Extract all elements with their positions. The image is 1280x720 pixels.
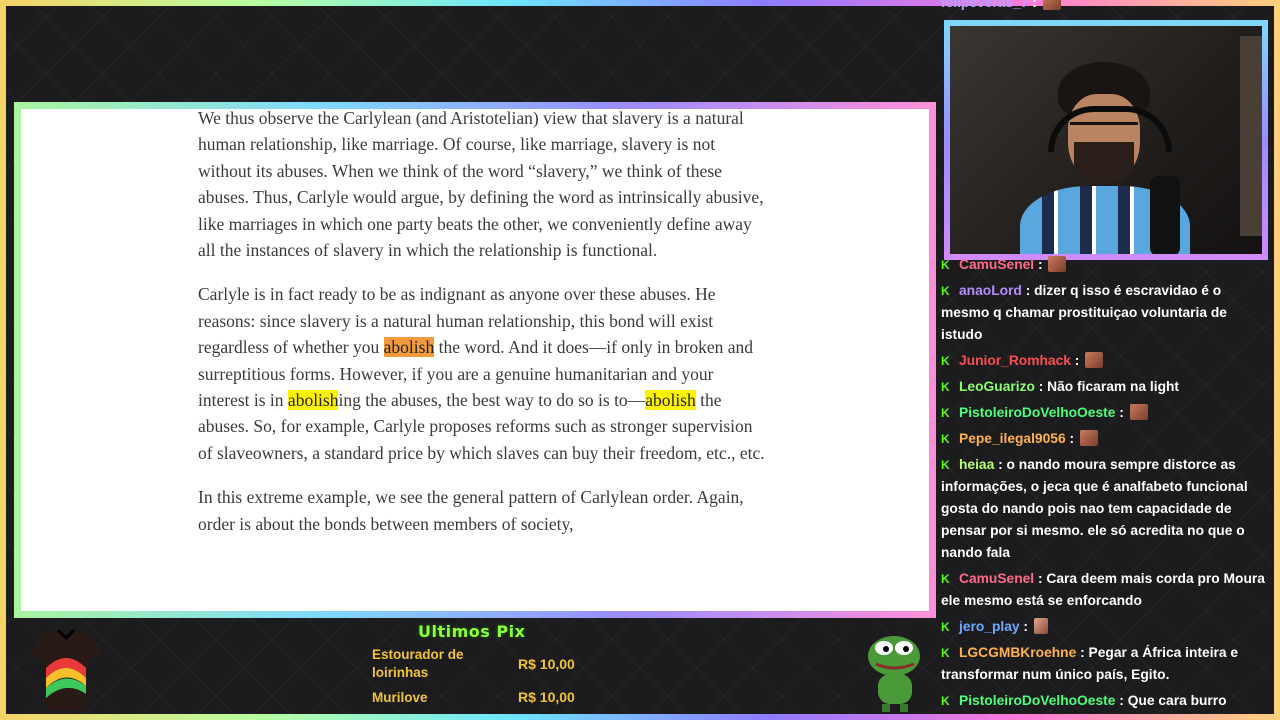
chat-separator: : — [1028, 0, 1041, 10]
chat-message-text: Não ficaram na light — [1047, 379, 1180, 394]
kick-badge-icon: K — [941, 572, 950, 586]
chat-emote-icon — [1129, 404, 1148, 420]
article-paragraph: Carlyle is in fact ready to be as indign… — [198, 281, 768, 466]
chat-separator: : — [994, 457, 1007, 472]
chat-emote-icon — [1079, 430, 1098, 446]
chat-separator: : — [1115, 693, 1128, 708]
chat-username[interactable]: CamuSenel — [959, 257, 1034, 272]
pepe-emote-icon — [868, 636, 920, 712]
chat-emote-icon — [1085, 352, 1104, 368]
chat-message: Kjero_play : — [941, 616, 1269, 638]
chat-separator: : — [1019, 619, 1032, 634]
paragraph-text: In this extreme example, we see the gene… — [198, 487, 744, 534]
pix-entry-name: Murilove — [372, 690, 428, 705]
chat-separator: : — [1115, 405, 1128, 420]
chat-message-text: o nando moura sempre distorce as informa… — [941, 457, 1248, 560]
search-highlight: abolish — [383, 337, 435, 358]
kick-badge-icon: K — [941, 354, 950, 368]
chat-username[interactable]: PistoleiroDoVelhoOeste — [959, 693, 1115, 708]
chat-username[interactable]: jero_play — [959, 619, 1020, 634]
chat-message: K PistoleiroDoVelhoOeste : Que cara burro — [941, 690, 1269, 712]
chat-message: felipeveras_7 : — [941, 0, 1269, 14]
chat-username[interactable]: Junior_Romhack — [959, 353, 1071, 368]
kick-badge-icon: K — [941, 620, 950, 634]
article-paragraph: In this extreme example, we see the gene… — [198, 484, 768, 537]
chat-message-text: Que cara burro — [1127, 693, 1227, 708]
search-highlight: abolish — [287, 390, 339, 411]
chat-message: K LGCGMBKroehne : Pegar a África inteira … — [941, 642, 1269, 686]
chat-separator: : — [1076, 645, 1089, 660]
pix-entry-value: R$ 10,00 — [518, 656, 575, 672]
chat-username[interactable]: LGCGMBKroehne — [959, 645, 1076, 660]
chat-emote-icon — [1042, 0, 1061, 10]
chat-message: K LeoGuarizo : Não ficaram na light — [941, 376, 1269, 398]
chat-separator: : — [1070, 353, 1084, 368]
chat-username[interactable]: LeoGuarizo — [959, 379, 1035, 394]
chat-panel[interactable]: felipeveras_7 : K CamuSenel : KanaoLord :… — [941, 0, 1271, 720]
kick-badge-icon: K — [941, 258, 950, 272]
chat-username[interactable]: PistoleiroDoVelhoOeste — [959, 405, 1115, 420]
pix-title: Ultimos Pix — [418, 622, 526, 641]
pix-entry-name: Estourador de loirinhas — [372, 647, 464, 680]
chat-username[interactable]: anaoLord — [959, 283, 1022, 298]
chat-username[interactable]: Pepe_ilegal9056 — [959, 431, 1066, 446]
chat-emote-icon — [1048, 256, 1067, 272]
shirt-logo-icon — [30, 628, 102, 710]
chat-message: K CamuSenel : Cara deem mais corda pro Mo… — [941, 568, 1269, 612]
chat-message: K PistoleiroDoVelhoOeste : — [941, 402, 1269, 424]
chat-separator: : — [1021, 283, 1035, 298]
pix-entry-value: R$ 10,00 — [518, 689, 575, 705]
chat-message: KanaoLord : dizer q isso é escravidao é … — [941, 280, 1269, 346]
kick-badge-icon: K — [941, 432, 950, 446]
search-highlight: abolish — [645, 390, 696, 411]
kick-badge-icon: K — [941, 646, 950, 660]
chat-username[interactable]: CamuSenel — [959, 571, 1034, 586]
paragraph-text: ing the abuses, the best way to do so is… — [338, 390, 646, 411]
chat-username[interactable]: heiaa — [959, 457, 994, 472]
paragraph-text: We thus observe the Carlylean (and Arist… — [198, 108, 764, 261]
document-panel: We thus observe the Carlylean (and Arist… — [14, 102, 936, 618]
kick-badge-icon: K — [941, 458, 950, 472]
kick-badge-icon: K — [941, 380, 950, 394]
chat-message: K CamuSenel : — [941, 254, 1269, 276]
chat-separator: : — [1034, 257, 1047, 272]
kick-badge-icon: K — [941, 406, 950, 420]
chat-message: Kheiaa : o nando moura sempre distorce a… — [941, 454, 1269, 564]
chat-separator: : — [1034, 379, 1048, 394]
kick-badge-icon: K — [941, 694, 950, 708]
article-paragraph: We thus observe the Carlylean (and Arist… — [198, 108, 768, 263]
kick-badge-icon: K — [941, 284, 950, 298]
chat-username[interactable]: felipeveras_7 — [941, 0, 1028, 10]
chat-separator: : — [1034, 571, 1047, 586]
chat-emote-icon — [1033, 618, 1048, 634]
chat-message: K Junior_Romhack : — [941, 350, 1269, 372]
chat-separator: : — [1065, 431, 1078, 446]
article-text: We thus observe the Carlylean (and Arist… — [198, 108, 768, 555]
chat-message: K Pepe_ilegal9056 : — [941, 428, 1269, 450]
